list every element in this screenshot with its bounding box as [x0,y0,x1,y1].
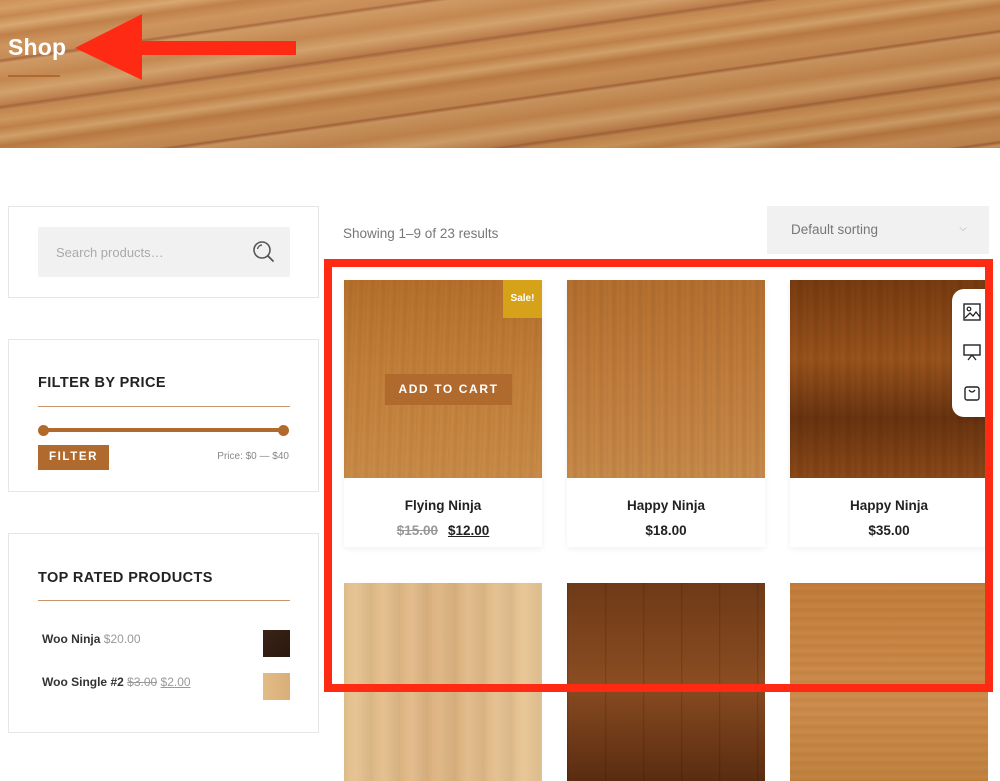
product-thumbnail[interactable] [263,630,290,657]
product-image[interactable] [567,583,765,781]
search-box [38,227,290,277]
product-price: $15.00 $12.00 [344,523,542,538]
widget-title-top-rated: TOP RATED PRODUCTS [38,570,213,586]
product-old-price: $3.00 [127,675,158,689]
search-icon[interactable] [252,240,276,264]
divider [38,600,290,601]
sorting-selected-label: Default sorting [791,222,879,237]
product-price: $18.00 [645,523,687,538]
widget-title-filter: FILTER BY PRICE [38,375,166,391]
product-card[interactable] [344,583,542,781]
product-name[interactable]: Flying Ninja [344,498,542,513]
product-image[interactable] [790,583,988,781]
top-rated-item[interactable]: Woo Single #2 $3.00 $2.00 [42,675,191,689]
title-underline [8,75,60,77]
top-rated-widget: TOP RATED PRODUCTS Woo Ninja $20.00 Woo … [8,533,319,733]
sale-badge: Sale! [503,280,542,318]
filter-button[interactable]: FILTER [38,445,109,470]
product-card[interactable] [567,583,765,781]
product-image[interactable] [567,280,765,478]
product-card[interactable]: Happy Ninja $18.00 [567,280,765,547]
top-rated-item[interactable]: Woo Ninja $20.00 [42,632,141,646]
search-widget [8,206,319,298]
product-name[interactable]: Happy Ninja [790,498,988,513]
result-count: Showing 1–9 of 23 results [343,226,499,241]
sorting-select[interactable]: Default sorting ⌵ [767,206,989,254]
price-slider-min-handle[interactable] [38,425,49,436]
product-name[interactable]: Woo Single #2 [42,675,124,689]
price-slider-track[interactable] [43,428,285,432]
price-filter-widget: FILTER BY PRICE FILTER Price: $0 — $40 [8,339,319,492]
product-image[interactable] [344,583,542,781]
floating-toolbar [952,289,992,417]
search-input[interactable] [54,241,244,263]
divider [38,406,290,407]
price-slider-max-handle[interactable] [278,425,289,436]
hero-banner: Shop [0,0,1000,148]
product-price: $35.00 [868,523,910,538]
product-name[interactable]: Happy Ninja [567,498,765,513]
annotation-arrow [75,14,296,80]
product-card[interactable] [790,583,988,781]
chevron-down-icon: ⌵ [959,223,967,234]
image-icon[interactable] [963,303,981,321]
product-sale-price: $2.00 [160,675,191,689]
page-title: Shop [8,34,67,60]
product-name[interactable]: Woo Ninja [42,632,100,646]
product-price: $20.00 [103,632,141,646]
product-thumbnail[interactable] [263,673,290,700]
product-sale-price: $12.00 [448,523,490,538]
presentation-icon[interactable] [963,343,981,361]
product-old-price: $15.00 [396,523,438,538]
product-card[interactable]: Sale! ADD TO CART Flying Ninja $15.00 $12… [344,280,542,547]
shopping-bag-icon[interactable] [963,383,981,401]
price-range-label: Price: $0 — $40 [217,451,289,462]
add-to-cart-button[interactable]: ADD TO CART [385,374,512,405]
